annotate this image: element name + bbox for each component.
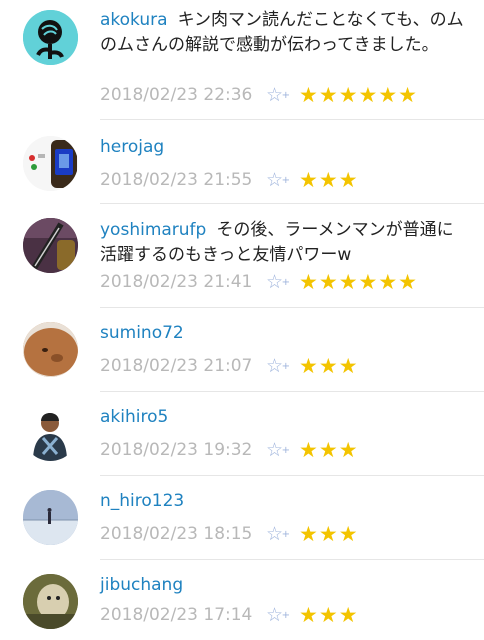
- username-link[interactable]: sumino72: [100, 323, 184, 343]
- timestamp: 2018/02/23 18:15: [100, 524, 253, 544]
- comment-text-block: n_hiro123: [100, 489, 468, 514]
- comment-meta: 2018/02/23 19:32 ☆ + ★★★: [100, 437, 359, 463]
- avatar[interactable]: [23, 490, 78, 545]
- plus-icon: +: [281, 277, 291, 288]
- star-outline-icon: ☆: [266, 169, 284, 191]
- avatar[interactable]: [23, 218, 78, 273]
- star-rating: ★★★: [299, 603, 359, 627]
- comment-meta: 2018/02/23 21:55 ☆ + ★★★: [100, 167, 359, 193]
- avatar[interactable]: [23, 136, 78, 191]
- timestamp: 2018/02/23 19:32: [100, 440, 253, 460]
- timestamp: 2018/02/23 22:36: [100, 85, 253, 105]
- star-outline-icon: ☆: [266, 84, 284, 106]
- plus-icon: +: [281, 361, 291, 372]
- comment-text-block: sumino72: [100, 321, 468, 346]
- comment-item: akokura キン肉マン読んだことなくても、のムのムさんの解説で感動が伝わってき…: [0, 0, 484, 120]
- add-star-button[interactable]: ☆ +: [266, 169, 290, 191]
- username-link[interactable]: akihiro5: [100, 407, 168, 427]
- star-outline-icon: ☆: [266, 355, 284, 377]
- timestamp: 2018/02/23 21:07: [100, 356, 253, 376]
- star-rating: ★★★: [299, 522, 359, 546]
- capybara-photo-icon: [23, 322, 78, 377]
- username-link[interactable]: akokura: [100, 10, 168, 30]
- comment-item: jibuchang 2018/02/23 17:14 ☆ + ★★★: [0, 560, 484, 640]
- snowfield-photo-icon: [23, 490, 78, 545]
- comment-meta: 2018/02/23 21:07 ☆ + ★★★: [100, 353, 359, 379]
- comment-meta: 2018/02/23 17:14 ☆ + ★★★: [100, 602, 359, 628]
- add-star-button[interactable]: ☆ +: [266, 439, 290, 461]
- plus-icon: +: [281, 445, 291, 456]
- star-rating: ★★★★★★: [299, 270, 419, 294]
- rose-icon: [23, 10, 78, 65]
- plus-icon: +: [281, 529, 291, 540]
- star-rating: ★★★: [299, 438, 359, 462]
- comment-text-block: akihiro5: [100, 405, 468, 430]
- person-photo-icon: [23, 406, 78, 461]
- username-link[interactable]: herojag: [100, 137, 164, 157]
- star-outline-icon: ☆: [266, 523, 284, 545]
- add-star-button[interactable]: ☆ +: [266, 523, 290, 545]
- star-rating: ★★★: [299, 168, 359, 192]
- figure-photo-icon: [23, 136, 78, 191]
- comment-text-block: akokura キン肉マン読んだことなくても、のムのムさんの解説で感動が伝わってき…: [100, 8, 468, 58]
- comment-text-block: yoshimarufp その後、ラーメンマンが普通に活躍するのもきっと友情パワーw: [100, 218, 468, 268]
- comment-item: akihiro5 2018/02/23 19:32 ☆ + ★★★: [0, 392, 484, 476]
- add-star-button[interactable]: ☆ +: [266, 355, 290, 377]
- timestamp: 2018/02/23 17:14: [100, 605, 253, 625]
- comment-text-block: herojag: [100, 135, 468, 160]
- plus-icon: +: [281, 90, 291, 101]
- comment-list: akokura キン肉マン読んだことなくても、のムのムさんの解説で感動が伝わってき…: [0, 0, 484, 640]
- animal-photo-icon: [23, 574, 78, 629]
- comment-item: n_hiro123 2018/02/23 18:15 ☆ + ★★★: [0, 476, 484, 560]
- avatar[interactable]: [23, 322, 78, 377]
- comment-item: yoshimarufp その後、ラーメンマンが普通に活躍するのもきっと友情パワーw…: [0, 204, 484, 308]
- avatar[interactable]: [23, 10, 78, 65]
- comment-item: sumino72 2018/02/23 21:07 ☆ + ★★★: [0, 308, 484, 392]
- username-link[interactable]: n_hiro123: [100, 491, 184, 511]
- add-star-button[interactable]: ☆ +: [266, 604, 290, 626]
- star-rating: ★★★★★★: [299, 83, 419, 107]
- timestamp: 2018/02/23 21:55: [100, 170, 253, 190]
- timestamp: 2018/02/23 21:41: [100, 272, 253, 292]
- star-outline-icon: ☆: [266, 271, 284, 293]
- comment-text-block: jibuchang: [100, 573, 468, 598]
- comment-meta: 2018/02/23 18:15 ☆ + ★★★: [100, 521, 359, 547]
- add-star-button[interactable]: ☆ +: [266, 271, 290, 293]
- guitar-photo-icon: [23, 218, 78, 273]
- add-star-button[interactable]: ☆ +: [266, 84, 290, 106]
- comment-item: herojag 2018/02/23 21:55 ☆ + ★★★: [0, 120, 484, 204]
- comment-meta: 2018/02/23 22:36 ☆ + ★★★★★★: [100, 82, 418, 108]
- star-outline-icon: ☆: [266, 439, 284, 461]
- username-link[interactable]: yoshimarufp: [100, 220, 206, 240]
- plus-icon: +: [281, 610, 291, 621]
- plus-icon: +: [281, 175, 291, 186]
- avatar[interactable]: [23, 574, 78, 629]
- star-rating: ★★★: [299, 354, 359, 378]
- star-outline-icon: ☆: [266, 604, 284, 626]
- comment-meta: 2018/02/23 21:41 ☆ + ★★★★★★: [100, 269, 418, 295]
- avatar[interactable]: [23, 406, 78, 461]
- username-link[interactable]: jibuchang: [100, 575, 183, 595]
